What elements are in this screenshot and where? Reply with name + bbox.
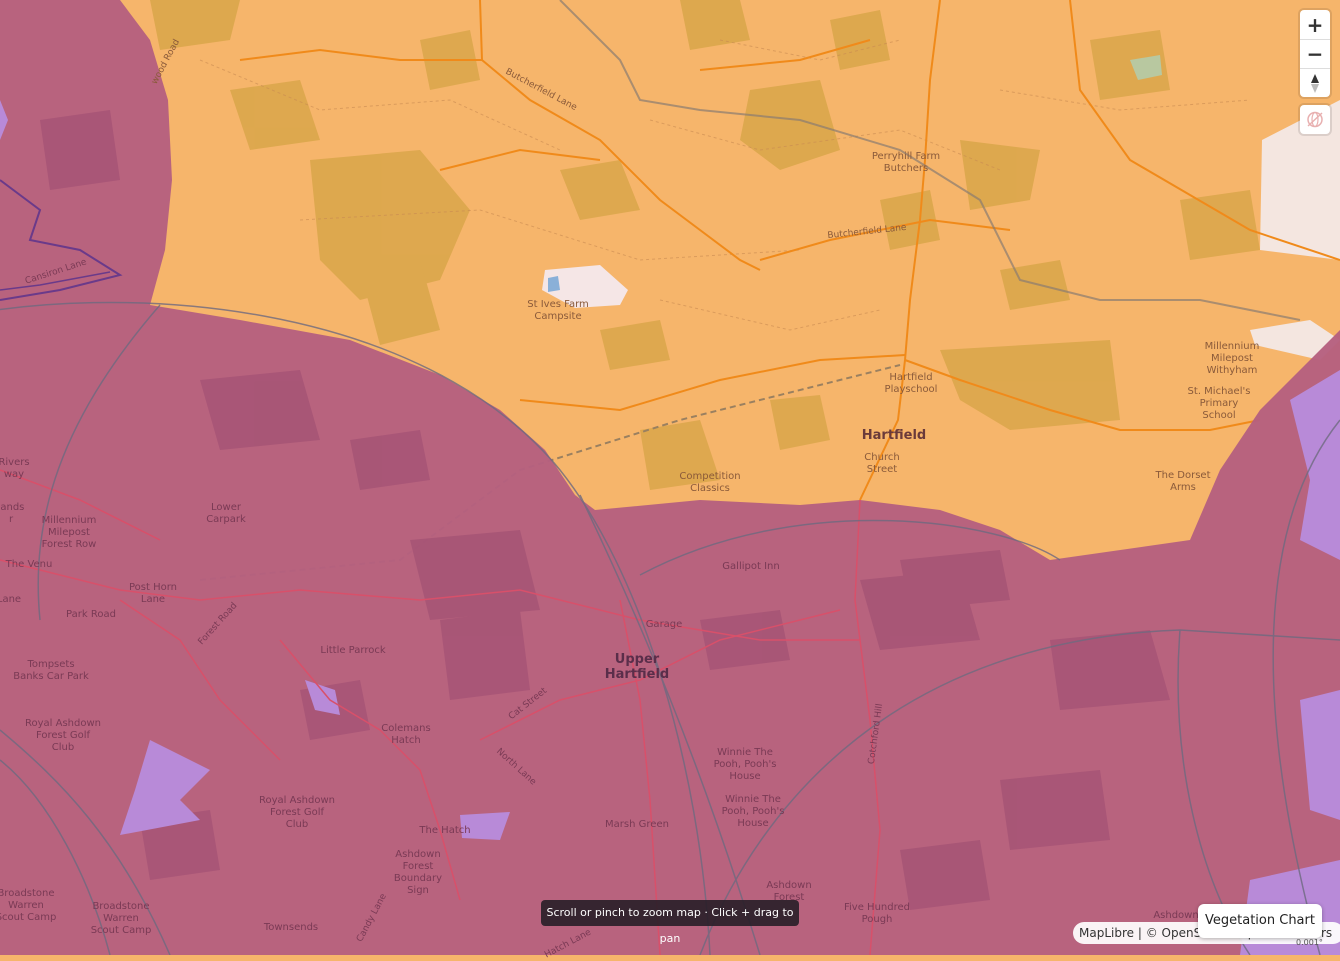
label-colemans: Colemans Hatch [381, 723, 431, 746]
campsite-pond [548, 276, 560, 292]
label-tompsets: Tompsets Banks Car Park [13, 659, 89, 682]
scale-readout: 0.001° [1296, 938, 1323, 947]
compass-icon [1311, 74, 1319, 93]
label-campsite: St Ives Farm Campsite [527, 299, 589, 322]
label-millennium-withyham: Millennium Milepost Withyham [1204, 341, 1260, 376]
label-ashdown-boundary: Ashdown Forest Boundary Sign [393, 849, 443, 896]
label-competition: Competition Classics [679, 471, 741, 494]
label-ashdown-right: Ashdown [1153, 910, 1199, 921]
globe-control [1300, 105, 1330, 134]
maplibre-link[interactable]: MapLibre [1079, 926, 1134, 940]
label-lands: lands r [0, 502, 25, 525]
globe-toggle-button[interactable] [1300, 105, 1330, 134]
label-broadstone-2: Broadstone Warren Scout Camp [90, 901, 152, 936]
map-canvas[interactable]: St Ives Farm Campsite Perryhill Farm Butch… [0, 0, 1340, 960]
label-dorset-arms: The Dorset Arms [1155, 470, 1211, 493]
globe-off-icon [1307, 111, 1323, 128]
interaction-hint: Scroll or pinch to zoom map · Click + dr… [541, 900, 799, 945]
label-the-hatch: The Hatch [419, 825, 471, 836]
label-royal-ashdown-2: Royal Ashdown Forest Golf Club [259, 795, 335, 830]
label-townsends: Townsends [263, 922, 319, 933]
label-church-street: Church Street [864, 452, 900, 475]
label-gallipot: Gallipot Inn [722, 561, 780, 572]
label-lane-left: Lane [0, 594, 22, 605]
label-garage: Garage [645, 619, 683, 630]
label-five-hundred: Five Hundred Pough [844, 902, 910, 925]
label-little-parrock: Little Parrock [320, 645, 386, 656]
label-upper-hartfield: Upper Hartfield [604, 652, 670, 682]
label-pooh-2: Winnie The Pooh, Pooh's House [721, 794, 785, 829]
navigation-control: + − [1300, 10, 1330, 97]
attribution-separator: | © [1134, 926, 1162, 940]
zoom-in-button[interactable]: + [1300, 10, 1330, 39]
label-marsh-green: Marsh Green [605, 819, 669, 830]
label-pooh-1: Winnie The Pooh, Pooh's House [713, 747, 777, 782]
label-royal-ashdown-1: Royal Ashdown Forest Golf Club [25, 718, 101, 753]
label-hartfield: Hartfield [861, 428, 927, 443]
label-millennium-forest-row: Millennium Milepost Forest Row [41, 515, 97, 550]
label-butchers: Perryhill Farm Butchers [871, 151, 941, 174]
compass-button[interactable] [1300, 68, 1330, 97]
zoom-out-button[interactable]: − [1300, 39, 1330, 68]
label-park-road: Park Road [66, 609, 116, 620]
label-post-horn: Post Horn Lane [128, 582, 178, 605]
label-rivers-way: Rivers way [0, 457, 30, 480]
map-layer[interactable] [0, 0, 1340, 956]
vegetation-chart-button[interactable]: Vegetation Chart [1198, 904, 1322, 938]
label-the-venue: The Venu [5, 559, 53, 570]
label-st-michaels: St. Michael's Primary School [1187, 386, 1251, 421]
label-lower-carpark: Lower Carpark [206, 502, 246, 525]
label-broadstone-1: Broadstone Warren Scout Camp [0, 888, 57, 923]
label-playschool: Hartfield Playschool [884, 372, 938, 395]
